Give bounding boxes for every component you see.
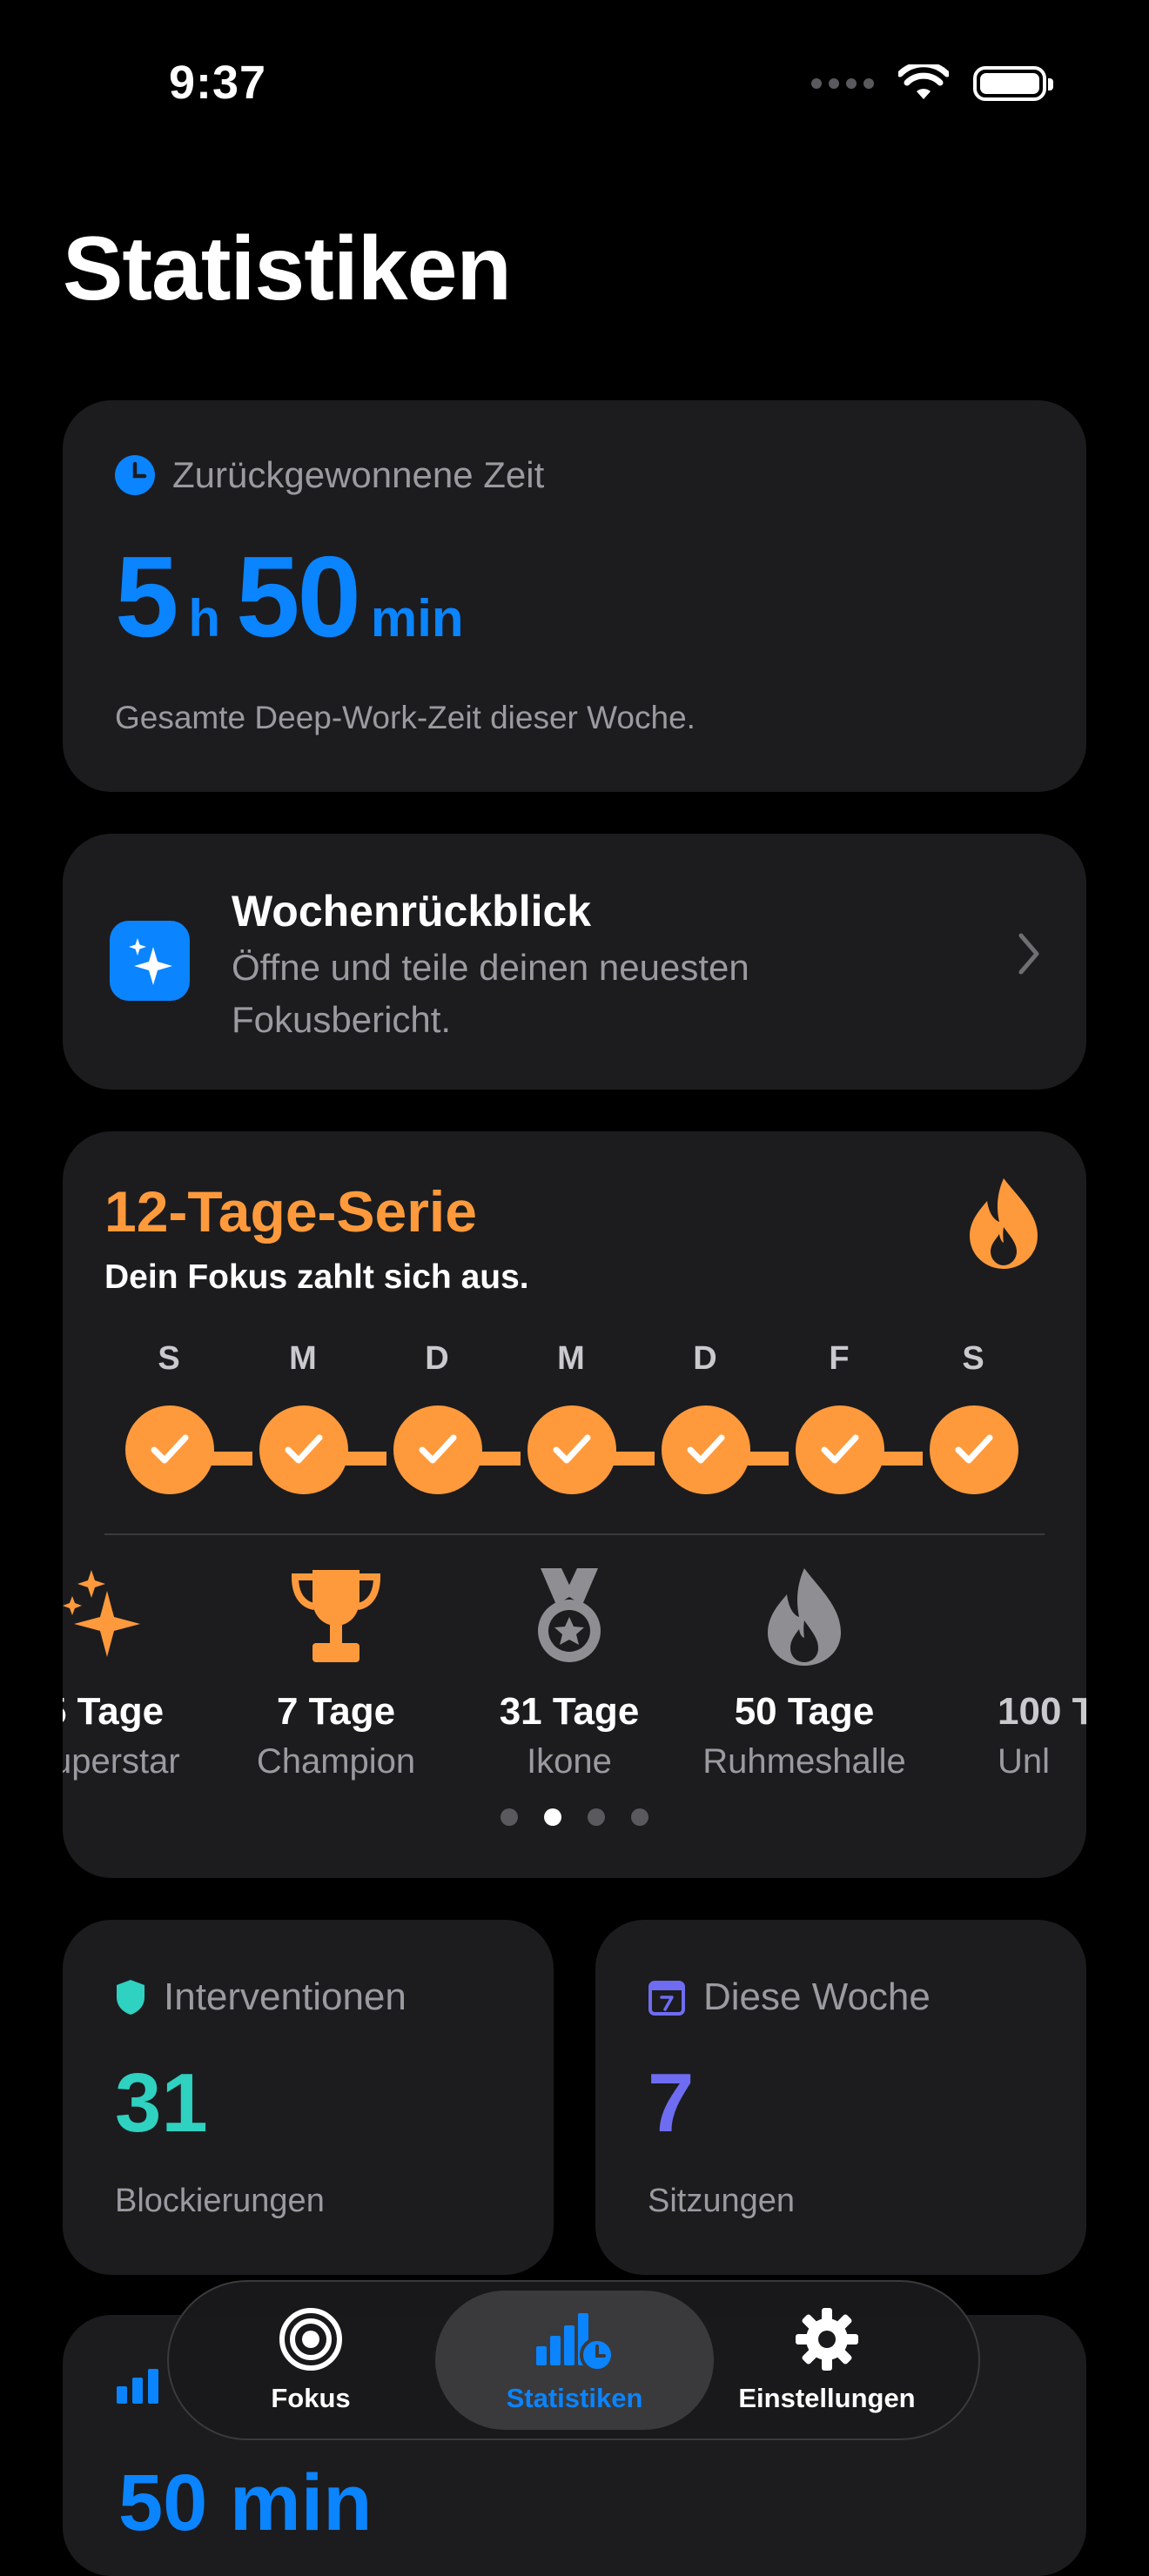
badge-name: Champion xyxy=(256,1742,416,1781)
focus-time-value: 50 min xyxy=(118,2459,373,2547)
bar-chart-icon xyxy=(117,2369,158,2404)
this-week-card: Diese Woche 7 Sitzungen xyxy=(595,1920,1086,2275)
page-indicator[interactable] xyxy=(63,1808,1086,1826)
status-icons xyxy=(811,64,1053,103)
streak-day: D xyxy=(393,1340,482,1494)
interventions-card: Interventionen 31 Blockierungen xyxy=(63,1920,554,2275)
checkmark-icon xyxy=(393,1405,482,1494)
checkmark-icon xyxy=(259,1405,348,1494)
trophy-icon xyxy=(223,1565,449,1678)
weekly-review-description: Öffne und teile deinen neuesten Fokusber… xyxy=(232,947,749,1040)
hours-unit: h xyxy=(188,589,221,647)
clock-icon xyxy=(115,455,155,495)
streak-title: 12-Tage-Serie xyxy=(104,1179,477,1244)
flame-icon xyxy=(691,1565,917,1678)
streak-card: 12-Tage-Serie Dein Fokus zahlt sich aus.… xyxy=(63,1131,1086,1878)
time-card-header: Zurückgewonnene Zeit xyxy=(115,454,544,496)
streak-day: D xyxy=(662,1340,750,1494)
status-time: 9:37 xyxy=(169,57,267,109)
badge-days: 50 Tage xyxy=(734,1690,875,1733)
page-dot-active[interactable] xyxy=(544,1808,561,1826)
minutes-unit: min xyxy=(370,589,464,647)
medal-icon xyxy=(456,1565,682,1678)
this-week-value: 7 xyxy=(648,2056,695,2150)
tab-label: Statistiken xyxy=(506,2383,643,2413)
wifi-icon xyxy=(898,64,949,99)
day-letter: M xyxy=(289,1340,317,1377)
page-dot[interactable] xyxy=(631,1808,648,1826)
day-letter: D xyxy=(425,1340,449,1377)
time-card-label: Zurückgewonnene Zeit xyxy=(172,454,545,495)
day-letter: D xyxy=(693,1340,717,1377)
reclaimed-time-value: 5 h 50 min xyxy=(115,531,480,662)
streak-day: S xyxy=(930,1340,1018,1494)
page-title: Statistiken xyxy=(63,218,512,319)
streak-divider xyxy=(104,1533,1045,1535)
this-week-subtitle: Sitzungen xyxy=(648,2183,796,2219)
reclaimed-time-card: Zurückgewonnene Zeit 5 h 50 min Gesamte … xyxy=(63,400,1086,792)
sparkles-icon xyxy=(63,1565,218,1678)
calendar-icon xyxy=(648,1981,685,2016)
streak-day: F xyxy=(796,1340,884,1494)
battery-icon xyxy=(973,66,1053,101)
badge-days: 5 Tage xyxy=(63,1690,165,1733)
tab-statistiken[interactable]: Statistiken xyxy=(435,2291,714,2430)
time-card-subtitle: Gesamte Deep-Work-Zeit dieser Woche. xyxy=(115,700,695,735)
badge-days: 31 Tage xyxy=(499,1690,640,1733)
tab-label: Einstellungen xyxy=(738,2383,916,2413)
badge-item[interactable]: 5 Tage Superstar xyxy=(63,1565,218,1781)
streak-day: M xyxy=(259,1340,348,1494)
tab-fokus[interactable]: Fokus xyxy=(237,2282,385,2438)
gear-icon xyxy=(796,2308,858,2371)
checkmark-icon xyxy=(930,1405,1018,1494)
day-letter: F xyxy=(829,1340,850,1377)
streak-days-row: S M D M D F S xyxy=(104,1340,1045,1514)
page-dot[interactable] xyxy=(501,1808,518,1826)
badge-name: Ikone xyxy=(527,1742,612,1781)
streak-day: M xyxy=(527,1340,616,1494)
checkmark-icon xyxy=(796,1405,884,1494)
page-dot[interactable] xyxy=(588,1808,605,1826)
sparkles-icon xyxy=(110,921,190,1001)
day-letter: S xyxy=(962,1340,984,1377)
tab-bar: Fokus Statistiken Einstellungen xyxy=(167,2280,980,2440)
weekly-review-title: Wochenrückblick xyxy=(232,887,592,936)
chart-clock-icon xyxy=(536,2313,615,2372)
checkmark-icon xyxy=(125,1405,214,1494)
badge-item[interactable]: 50 Tage Ruhmeshalle xyxy=(691,1565,917,1781)
badge-item[interactable]: 31 Tage Ikone xyxy=(456,1565,682,1781)
chevron-right-icon xyxy=(1018,933,1039,975)
badge-item[interactable]: 100 Tage Unl xyxy=(998,1565,1086,1781)
minutes-value: 50 xyxy=(236,533,361,661)
hours-value: 5 xyxy=(115,533,178,661)
day-letter: M xyxy=(557,1340,585,1377)
interventions-subtitle: Blockierungen xyxy=(115,2183,325,2219)
day-letter: S xyxy=(158,1340,180,1377)
badge-days: 7 Tage xyxy=(276,1690,396,1733)
tab-label: Fokus xyxy=(271,2383,351,2413)
badge-days: 100 Tage xyxy=(998,1690,1086,1733)
tab-einstellungen[interactable]: Einstellungen xyxy=(731,2282,923,2438)
streak-day: S xyxy=(125,1340,214,1494)
weekly-review-card[interactable]: Wochenrückblick Öffne und teile deinen n… xyxy=(63,834,1086,1090)
interventions-value: 31 xyxy=(115,2056,208,2150)
checkmark-icon xyxy=(527,1405,616,1494)
this-week-label: Diese Woche xyxy=(703,1976,931,2018)
target-icon xyxy=(279,2308,342,2371)
interventions-label: Interventionen xyxy=(164,1976,407,2018)
checkmark-icon xyxy=(662,1405,750,1494)
cellular-signal-icon xyxy=(811,78,874,89)
flame-icon xyxy=(970,1178,1038,1269)
badge-icon-placeholder xyxy=(998,1565,1086,1678)
badges-carousel[interactable]: 5 Tage Superstar 7 Tage Champion xyxy=(63,1565,1086,1781)
streak-subtitle: Dein Fokus zahlt sich aus. xyxy=(104,1258,529,1296)
focus-time-header xyxy=(115,2365,164,2404)
badge-item[interactable]: 7 Tage Champion xyxy=(223,1565,449,1781)
interventions-header: Interventionen xyxy=(115,1976,407,2019)
this-week-header: Diese Woche xyxy=(648,1976,931,2019)
shield-icon xyxy=(117,1980,144,2015)
badge-name: Unl xyxy=(998,1742,1051,1781)
badge-name: Superstar xyxy=(63,1742,180,1781)
badge-name: Ruhmeshalle xyxy=(702,1742,906,1781)
